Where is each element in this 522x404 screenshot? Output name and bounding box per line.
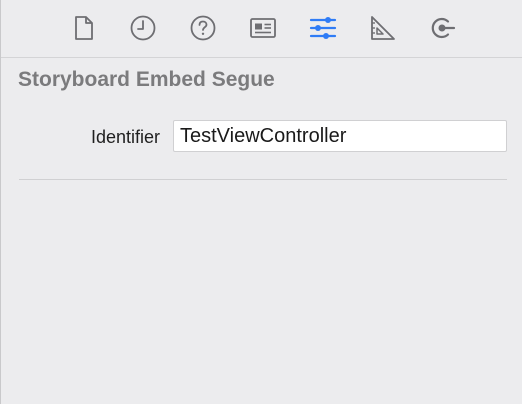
- tab-attributes-inspector[interactable]: [308, 13, 338, 43]
- ruler-triangle-icon: [371, 16, 395, 40]
- inspector-panel: Storyboard Embed Segue Identifier: [0, 0, 522, 404]
- section-divider: [19, 179, 507, 180]
- tab-size-inspector[interactable]: [368, 13, 398, 43]
- inspector-tab-bar: [1, 0, 522, 58]
- tab-identity-inspector[interactable]: [248, 13, 278, 43]
- tab-history-inspector[interactable]: [128, 13, 158, 43]
- id-card-icon: [250, 18, 276, 38]
- identifier-label: Identifier: [90, 127, 160, 147]
- section-title: Storyboard Embed Segue: [18, 68, 275, 91]
- question-icon: [190, 15, 216, 41]
- document-icon: [75, 16, 93, 40]
- tab-file-inspector[interactable]: [69, 13, 99, 43]
- connection-arrow-icon: [431, 17, 456, 39]
- tab-quick-help-inspector[interactable]: [188, 13, 218, 43]
- tab-connections-inspector[interactable]: [428, 13, 458, 43]
- identifier-field[interactable]: [173, 120, 507, 152]
- sliders-icon: [309, 17, 337, 39]
- clock-icon: [130, 15, 156, 41]
